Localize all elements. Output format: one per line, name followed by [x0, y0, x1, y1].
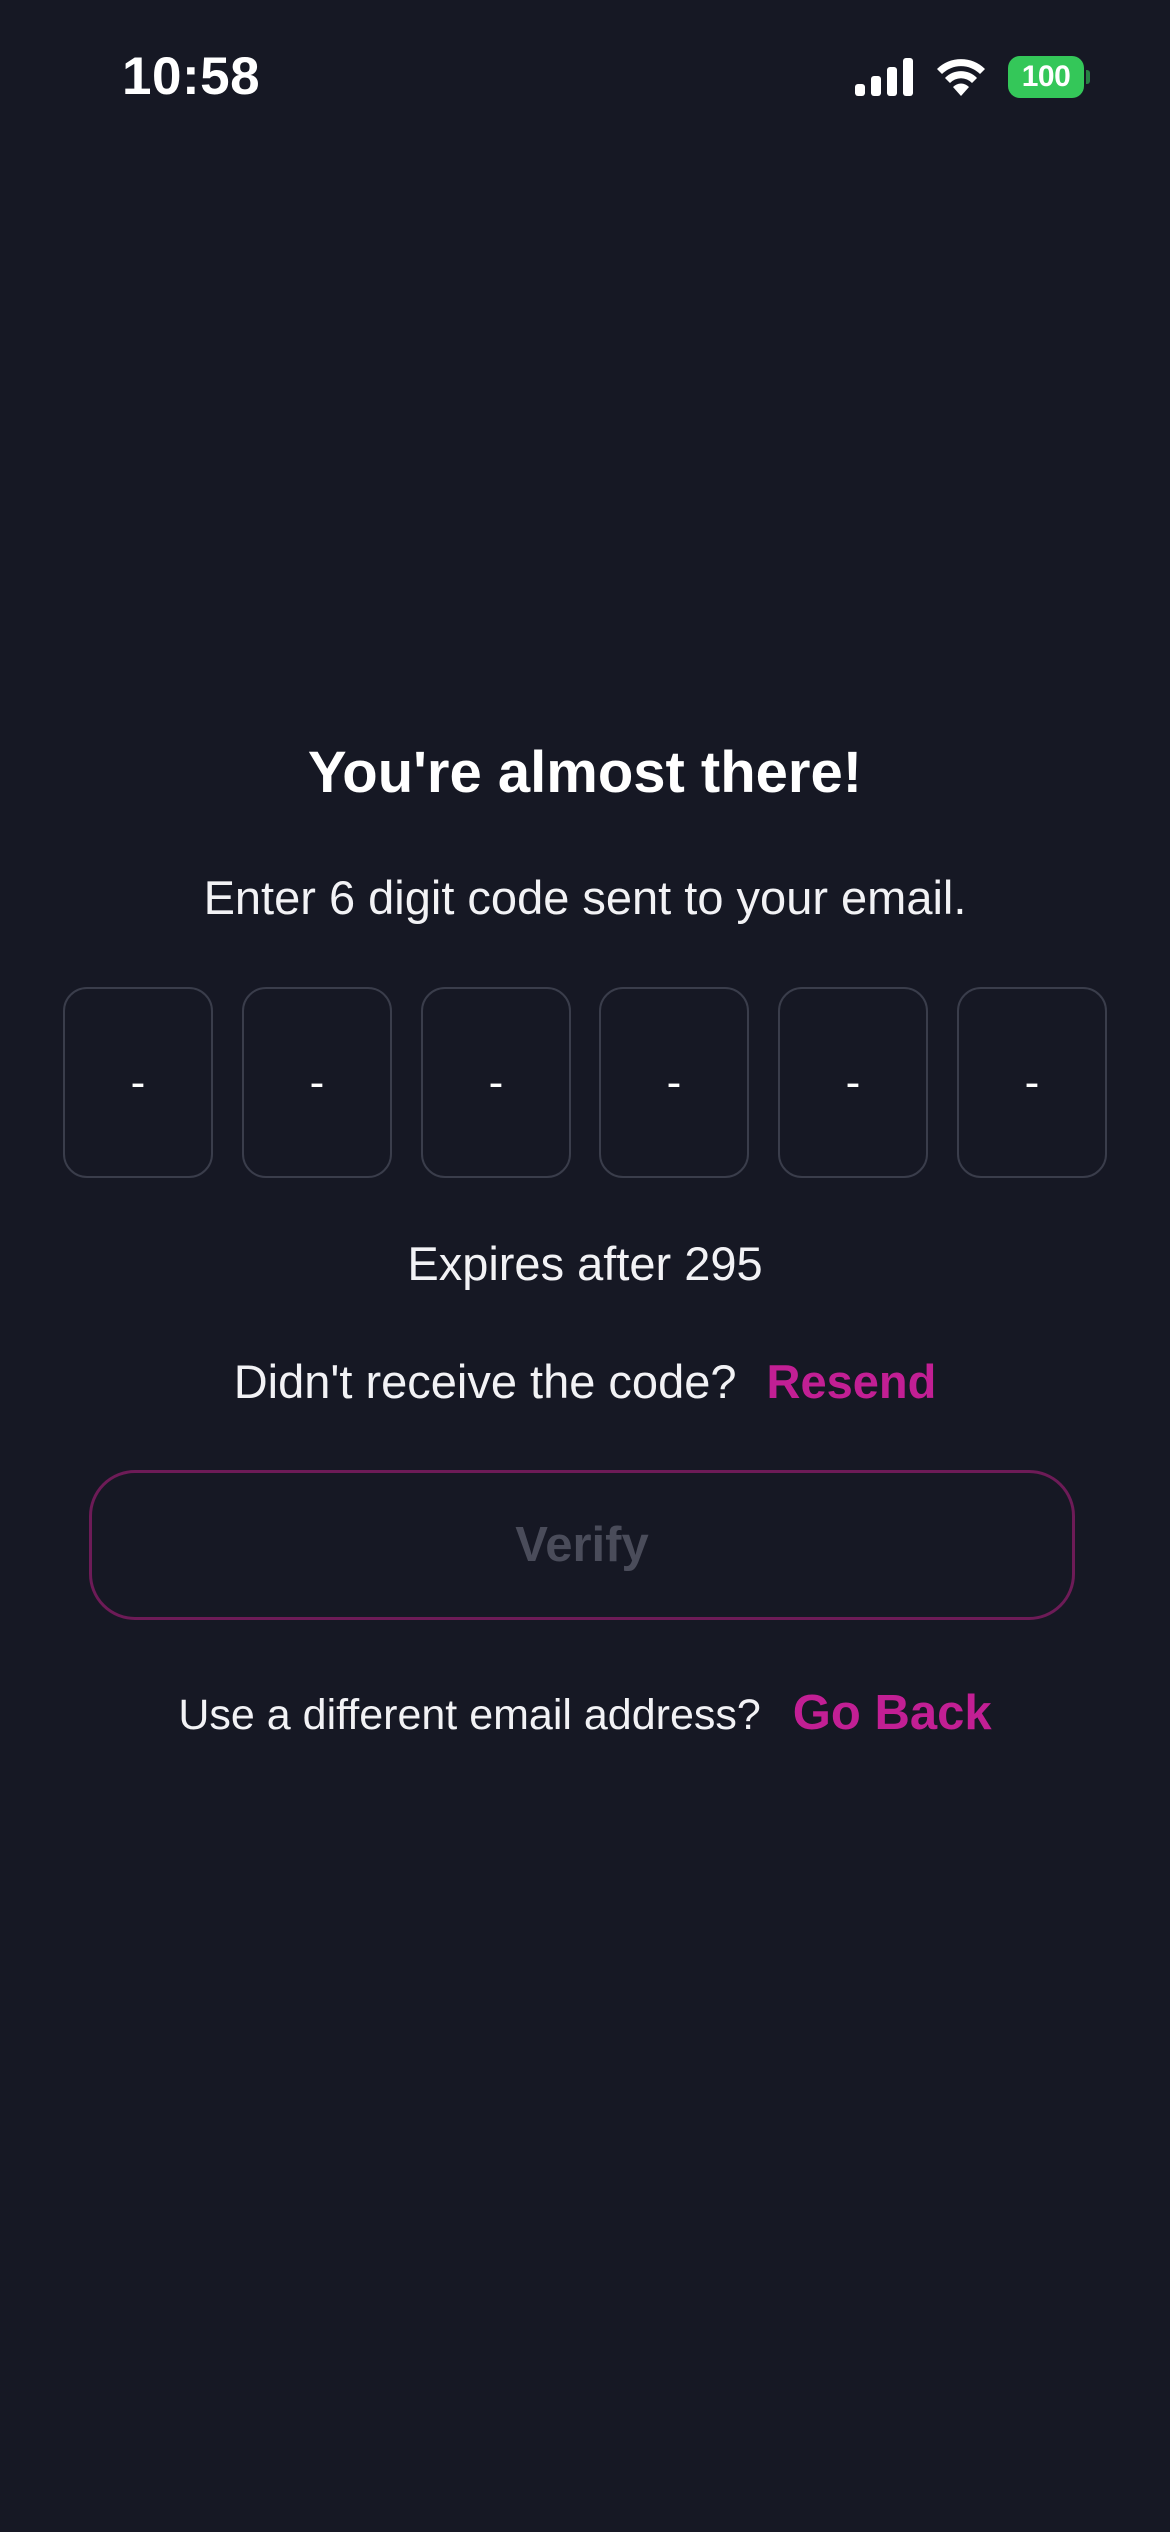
- expiry-text: Expires after 295: [407, 1237, 763, 1290]
- status-bar: 10:58 100: [0, 0, 1170, 150]
- signal-icon: [855, 58, 913, 96]
- code-digit-input-1[interactable]: -: [63, 987, 213, 1178]
- wifi-icon: [937, 59, 985, 96]
- code-digit-input-5[interactable]: -: [778, 987, 928, 1178]
- expiry-countdown: Expires after 295: [0, 1232, 1170, 1296]
- resend-row: Didn't receive the code? Resend: [0, 1350, 1170, 1414]
- resend-prompt: Didn't receive the code?: [233, 1355, 737, 1408]
- code-input-row: - - - - - -: [63, 987, 1107, 1178]
- code-digit-input-4[interactable]: -: [599, 987, 749, 1178]
- resend-link[interactable]: Resend: [767, 1355, 937, 1408]
- status-time: 10:58: [122, 47, 261, 106]
- verify-button[interactable]: Verify: [89, 1470, 1075, 1620]
- code-digit-input-2[interactable]: -: [242, 987, 392, 1178]
- page-title: You're almost there!: [307, 740, 863, 805]
- code-digit-input-3[interactable]: -: [421, 987, 571, 1178]
- code-digit-input-6[interactable]: -: [957, 987, 1107, 1178]
- battery-icon: 100: [1008, 56, 1090, 98]
- back-prompt: Use a different email address?: [178, 1691, 761, 1739]
- go-back-row: Use a different email address? Go Back: [0, 1681, 1170, 1747]
- battery-cap: [1086, 70, 1090, 84]
- battery-level: 100: [1008, 56, 1084, 98]
- instruction-text: Enter 6 digit code sent to your email.: [203, 871, 967, 924]
- go-back-link[interactable]: Go Back: [793, 1686, 992, 1740]
